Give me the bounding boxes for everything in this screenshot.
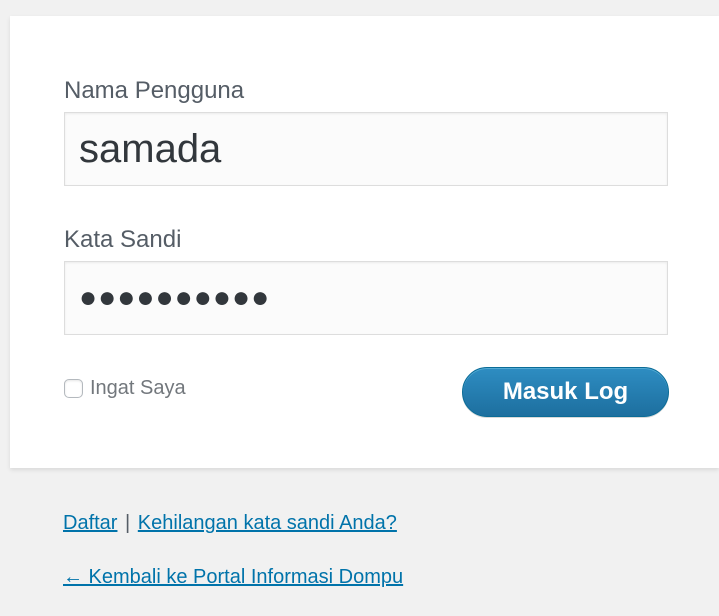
remember-checkbox[interactable] bbox=[64, 379, 83, 398]
remember-me[interactable]: Ingat Saya bbox=[64, 377, 186, 400]
login-submit-button[interactable]: Masuk Log bbox=[462, 367, 669, 417]
login-form: Nama Pengguna Kata Sandi Ingat Saya Masu… bbox=[10, 16, 719, 468]
lost-password-link[interactable]: Kehilangan kata sandi Anda? bbox=[138, 512, 397, 534]
back-links: ← Kembali ke Portal Informasi Dompu bbox=[63, 566, 403, 589]
register-link[interactable]: Daftar bbox=[63, 512, 117, 534]
auth-links: Daftar | Kehilangan kata sandi Anda? bbox=[63, 512, 397, 535]
username-input[interactable] bbox=[64, 112, 668, 186]
link-separator: | bbox=[125, 512, 131, 534]
back-to-site-link[interactable]: ← Kembali ke Portal Informasi Dompu bbox=[63, 566, 403, 588]
password-label: Kata Sandi bbox=[64, 226, 182, 253]
username-label: Nama Pengguna bbox=[64, 77, 245, 104]
password-input[interactable] bbox=[64, 261, 668, 335]
remember-label: Ingat Saya bbox=[90, 377, 186, 399]
